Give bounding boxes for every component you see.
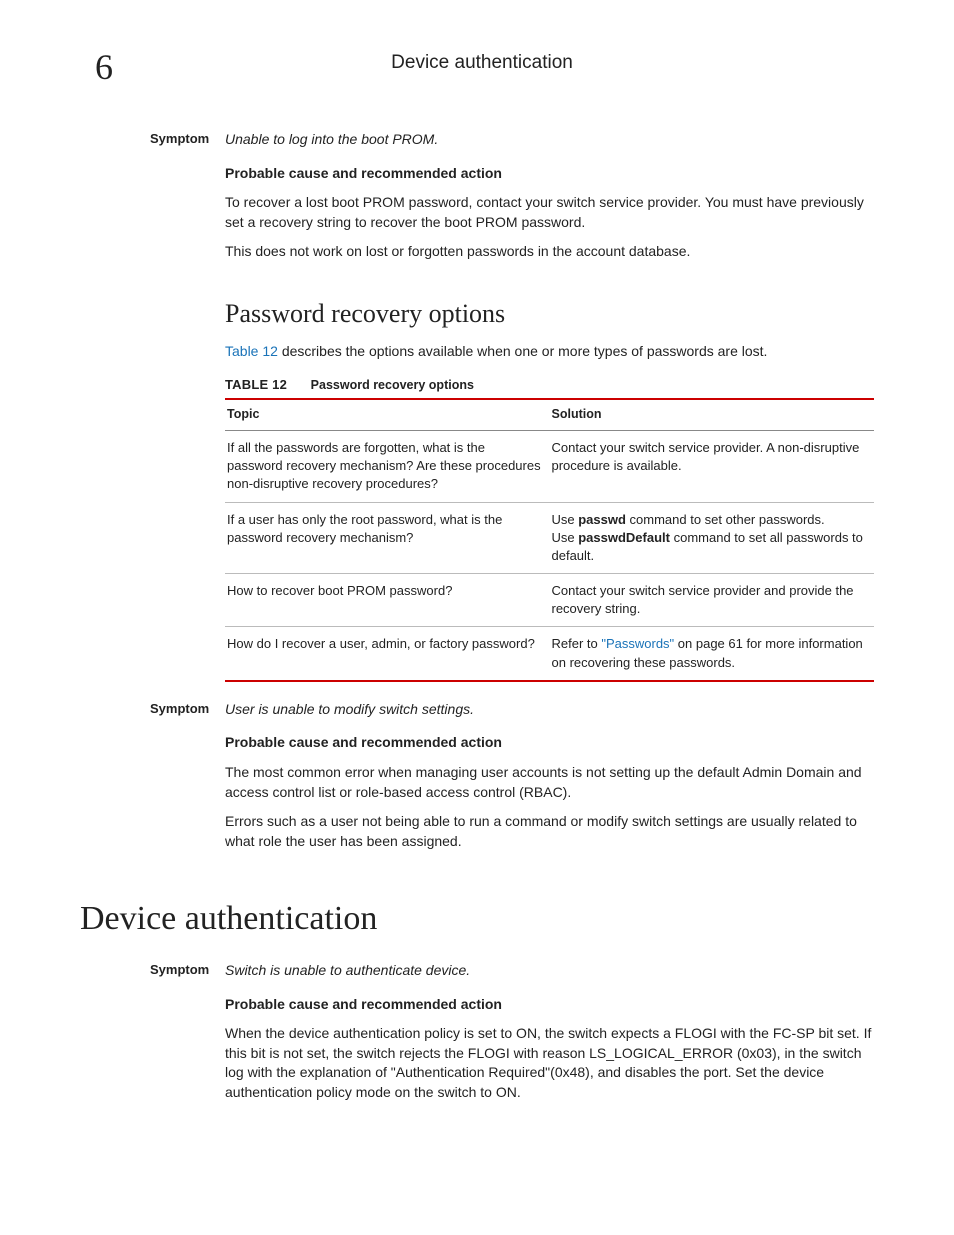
running-title: Device authentication <box>80 50 884 77</box>
section-heading-password-recovery: Password recovery options <box>225 296 884 332</box>
symptom-text: Switch is unable to authenticate device. <box>225 961 874 981</box>
table-label: TABLE 12 <box>225 377 287 392</box>
body-paragraph: The most common error when managing user… <box>225 763 874 802</box>
cause-action-heading: Probable cause and recommended action <box>225 995 874 1015</box>
section-intro: Table 12 describes the options available… <box>225 342 874 362</box>
symptom-label: Symptom <box>80 700 225 720</box>
table-cell-topic: If all the passwords are forgotten, what… <box>225 430 550 502</box>
password-recovery-table: Topic Solution If all the passwords are … <box>225 398 874 681</box>
symptom-block: Symptom Unable to log into the boot PROM… <box>80 130 884 150</box>
table-cell-topic: How to recover boot PROM password? <box>225 574 550 627</box>
body-paragraph: This does not work on lost or forgotten … <box>225 242 874 262</box>
body-paragraph: Errors such as a user not being able to … <box>225 812 874 851</box>
symptom-block: Symptom Switch is unable to authenticate… <box>80 961 884 981</box>
table-row: If a user has only the root password, wh… <box>225 502 874 574</box>
section-intro-text: describes the options available when one… <box>278 343 768 359</box>
command-name: passwd <box>578 512 626 527</box>
table-cell-solution: Refer to "Passwords" on page 61 for more… <box>550 627 875 681</box>
symptom-text: Unable to log into the boot PROM. <box>225 130 874 150</box>
cause-action-heading: Probable cause and recommended action <box>225 164 874 184</box>
symptom-text: User is unable to modify switch settings… <box>225 700 874 720</box>
page-header: 6 Device authentication <box>80 50 884 90</box>
cause-action-heading: Probable cause and recommended action <box>225 733 874 753</box>
table-row: How to recover boot PROM password? Conta… <box>225 574 874 627</box>
body-paragraph: When the device authentication policy is… <box>225 1024 874 1102</box>
table-cell-topic: How do I recover a user, admin, or facto… <box>225 627 550 681</box>
major-heading-device-authentication: Device authentication <box>80 895 884 943</box>
cross-reference-link[interactable]: "Passwords" <box>601 636 674 651</box>
table-caption: TABLE 12 Password recovery options <box>225 376 874 395</box>
table-header-topic: Topic <box>225 399 550 430</box>
command-name: passwdDefault <box>578 530 670 545</box>
table-header-solution: Solution <box>550 399 875 430</box>
table-title: Password recovery options <box>311 378 474 392</box>
table-row: If all the passwords are forgotten, what… <box>225 430 874 502</box>
table-cell-solution: Use passwd command to set other password… <box>550 502 875 574</box>
body-paragraph: To recover a lost boot PROM password, co… <box>225 193 874 232</box>
table-cell-solution: Contact your switch service provider. A … <box>550 430 875 502</box>
symptom-label: Symptom <box>80 130 225 150</box>
table-cell-topic: If a user has only the root password, wh… <box>225 502 550 574</box>
table-cell-solution: Contact your switch service provider and… <box>550 574 875 627</box>
table-row: How do I recover a user, admin, or facto… <box>225 627 874 681</box>
symptom-block: Symptom User is unable to modify switch … <box>80 700 884 720</box>
table-reference-link[interactable]: Table 12 <box>225 343 278 359</box>
symptom-label: Symptom <box>80 961 225 981</box>
